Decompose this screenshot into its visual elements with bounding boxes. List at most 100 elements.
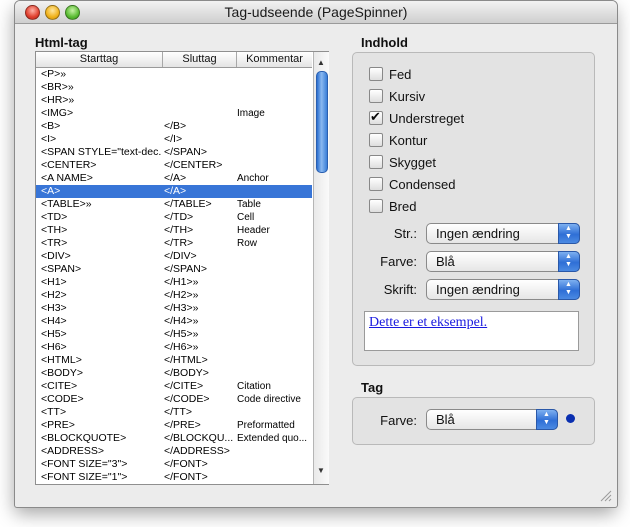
- sluttag-cell: </H4>»: [164, 315, 199, 327]
- sluttag-cell: </TD>: [164, 211, 194, 223]
- sluttag-cell: </H2>»: [164, 289, 199, 301]
- column-header-sluttag[interactable]: Sluttag: [163, 52, 237, 67]
- starttag-cell: <H1>: [41, 276, 67, 288]
- sluttag-cell: </A>: [164, 172, 187, 184]
- font-popup[interactable]: Ingen ændring: [426, 279, 580, 300]
- table-row[interactable]: <TD> </TD> Cell: [36, 211, 312, 224]
- table-row[interactable]: <H2> </H2>»: [36, 289, 312, 302]
- checkbox-kursiv[interactable]: Kursiv: [369, 87, 425, 105]
- sluttag-cell: </TT>: [164, 406, 193, 418]
- scroll-down-arrow-icon[interactable]: ▼: [317, 466, 325, 475]
- table-row[interactable]: <H4> </H4>»: [36, 315, 312, 328]
- sluttag-cell: </PRE>: [164, 419, 201, 431]
- checkbox-box[interactable]: [369, 67, 383, 81]
- starttag-cell: <HTML>: [41, 354, 82, 366]
- sluttag-cell: </I>: [164, 133, 183, 145]
- size-popup[interactable]: Ingen ændring: [426, 223, 580, 244]
- table-row[interactable]: <CITE> </CITE> Citation: [36, 380, 312, 393]
- checkbox-box[interactable]: [369, 199, 383, 213]
- starttag-cell: <DIV>: [41, 250, 71, 262]
- checkbox-box[interactable]: [369, 155, 383, 169]
- starttag-cell: <SPAN STYLE="text-dec...: [41, 146, 161, 158]
- table-row[interactable]: <H3> </H3>»: [36, 302, 312, 315]
- kommentar-cell: Header: [237, 225, 270, 236]
- starttag-cell: <H3>: [41, 302, 67, 314]
- starttag-cell: <H5>: [41, 328, 67, 340]
- table-row[interactable]: <SPAN STYLE="text-dec... </SPAN>: [36, 146, 312, 159]
- color-swatch-icon: [566, 414, 575, 423]
- table-row[interactable]: <H5> </H5>»: [36, 328, 312, 341]
- table-row[interactable]: <P>»: [36, 68, 312, 81]
- table-row[interactable]: <I> </I>: [36, 133, 312, 146]
- table-row[interactable]: <IMG> Image: [36, 107, 312, 120]
- color-popup[interactable]: Blå: [426, 251, 580, 272]
- kommentar-cell: Code directive: [237, 394, 301, 405]
- checkbox-condensed[interactable]: Condensed: [369, 175, 456, 193]
- starttag-cell: <B>: [41, 120, 61, 132]
- checkbox-box[interactable]: [369, 89, 383, 103]
- starttag-cell: <FONT SIZE="1">: [41, 471, 128, 483]
- starttag-cell: <ADDRESS>: [41, 445, 105, 457]
- table-row[interactable]: <BLOCKQUOTE> </BLOCKQU... Extended quo...: [36, 432, 312, 445]
- table-row[interactable]: <FONT SIZE="1"> </FONT>: [36, 471, 312, 484]
- table-row[interactable]: <HTML> </HTML>: [36, 354, 312, 367]
- table-row[interactable]: <A> </A>: [36, 185, 312, 198]
- checkbox-understreget[interactable]: Understreget: [369, 109, 464, 127]
- table-row[interactable]: <HR>»: [36, 94, 312, 107]
- sluttag-cell: </CITE>: [164, 380, 204, 392]
- sluttag-cell: </H1>»: [164, 276, 199, 288]
- chevron-updown-icon: [558, 223, 580, 244]
- scrollbar-thumb[interactable]: [316, 71, 328, 173]
- checkbox-skygget[interactable]: Skygget: [369, 153, 436, 171]
- color-label: Farve:: [380, 254, 417, 269]
- table-row[interactable]: <BR>»: [36, 81, 312, 94]
- tag-color-popup[interactable]: Blå: [426, 409, 558, 430]
- checkbox-bred[interactable]: Bred: [369, 197, 416, 215]
- table-row[interactable]: <FONT SIZE="3"> </FONT>: [36, 458, 312, 471]
- sluttag-cell: </HTML>: [164, 354, 208, 366]
- sample-text: Dette er et eksempel.: [369, 315, 488, 330]
- starttag-cell: <H2>: [41, 289, 67, 301]
- starttag-cell: <BR>»: [41, 81, 74, 93]
- checkbox-label: Fed: [389, 66, 412, 82]
- table-row[interactable]: <TH> </TH> Header: [36, 224, 312, 237]
- checkbox-kontur[interactable]: Kontur: [369, 131, 427, 149]
- table-row[interactable]: <CENTER> </CENTER>: [36, 159, 312, 172]
- table-row[interactable]: <SPAN> </SPAN>: [36, 263, 312, 276]
- table-row[interactable]: <TABLE>» </TABLE> Table: [36, 198, 312, 211]
- checkmark-icon[interactable]: [369, 109, 383, 125]
- starttag-cell: <A>: [41, 185, 61, 197]
- window-title: Tag-udseende (PageSpinner): [224, 4, 408, 20]
- checkbox-fed[interactable]: Fed: [369, 65, 411, 83]
- table-row[interactable]: <H6> </H6>»: [36, 341, 312, 354]
- resize-grip-icon[interactable]: [598, 488, 612, 502]
- table-scrollbar[interactable]: ▲ ▼: [313, 52, 329, 484]
- checkbox-label: Bred: [389, 198, 417, 214]
- table-row[interactable]: <H1> </H1>»: [36, 276, 312, 289]
- kommentar-cell: Anchor: [237, 173, 269, 184]
- table-row[interactable]: <ADDRESS> </ADDRESS>: [36, 445, 312, 458]
- column-header-kommentar[interactable]: Kommentar: [237, 52, 312, 67]
- table-row[interactable]: <A NAME> </A> Anchor: [36, 172, 312, 185]
- table-header: Starttag Sluttag Kommentar: [36, 52, 312, 68]
- sluttag-cell: </B>: [164, 120, 187, 132]
- tag-table[interactable]: Starttag Sluttag Kommentar <P>» <BR>» <HR>…: [35, 51, 329, 485]
- table-row[interactable]: <DIV> </DIV>: [36, 250, 312, 263]
- column-header-starttag[interactable]: Starttag: [36, 52, 163, 67]
- title-bar[interactable]: Tag-udseende (PageSpinner): [15, 1, 617, 24]
- scroll-up-arrow-icon[interactable]: ▲: [317, 58, 325, 67]
- checkbox-label: Skygget: [389, 154, 436, 170]
- table-row[interactable]: <B> </B>: [36, 120, 312, 133]
- checkbox-box[interactable]: [369, 133, 383, 147]
- table-row[interactable]: <PRE> </PRE> Preformatted: [36, 419, 312, 432]
- table-row[interactable]: <CODE> </CODE> Code directive: [36, 393, 312, 406]
- table-row[interactable]: <BODY> </BODY>: [36, 367, 312, 380]
- table-row[interactable]: <TR> </TR> Row: [36, 237, 312, 250]
- checkbox-box[interactable]: [369, 177, 383, 191]
- starttag-cell: <IMG>: [41, 107, 74, 119]
- sluttag-cell: </TR>: [164, 237, 194, 249]
- chevron-updown-icon: [558, 251, 580, 272]
- starttag-cell: <HR>»: [41, 94, 75, 106]
- table-row[interactable]: <TT> </TT>: [36, 406, 312, 419]
- starttag-cell: <CENTER>: [41, 159, 97, 171]
